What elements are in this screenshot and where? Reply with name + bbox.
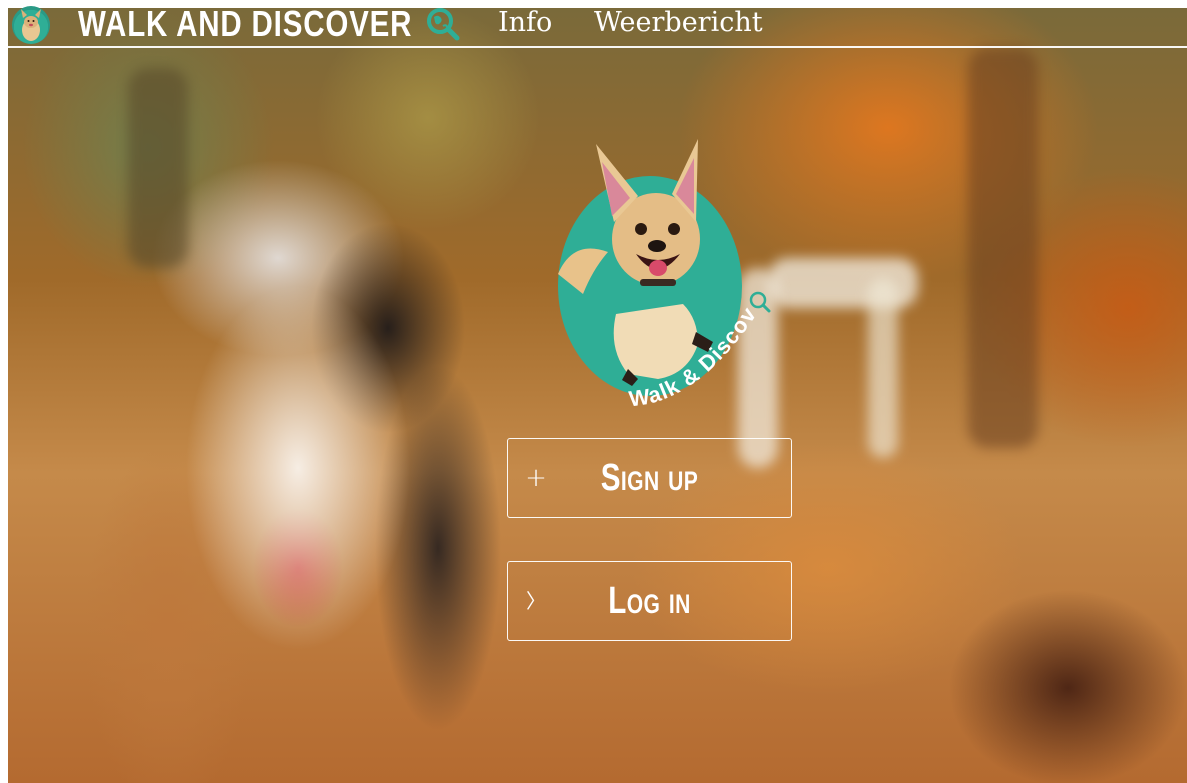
brand-avatar[interactable] bbox=[12, 6, 50, 44]
dog-logo: Walk & Discover bbox=[541, 114, 771, 411]
log-in-label: Log in bbox=[608, 580, 691, 622]
magnifier-globe-icon bbox=[427, 8, 460, 41]
nav-weerbericht[interactable]: Weerbericht bbox=[594, 4, 763, 42]
sign-up-label: Sign up bbox=[600, 457, 699, 499]
log-in-button[interactable]: 〉 Log in bbox=[507, 561, 792, 641]
top-navbar: WALK AND DISCOVER Info Weerbericht bbox=[8, 0, 1187, 48]
walk-and-discover-logo: Walk & Discover bbox=[541, 114, 778, 424]
nav-info[interactable]: Info bbox=[498, 4, 552, 42]
sign-up-button[interactable]: + Sign up bbox=[507, 438, 792, 518]
brand-title[interactable]: WALK AND DISCOVER bbox=[78, 2, 412, 46]
